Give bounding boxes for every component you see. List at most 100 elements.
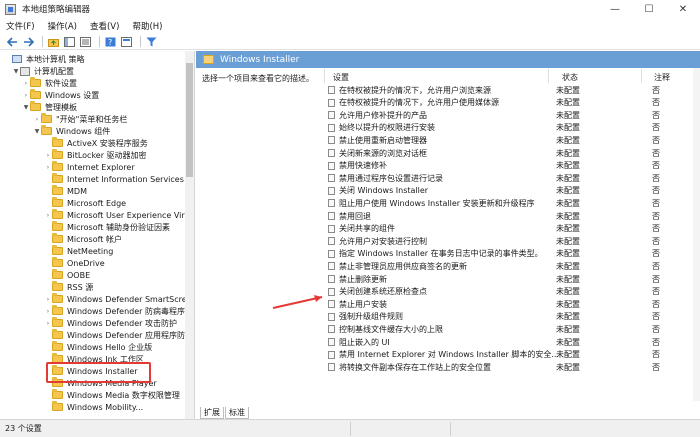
column-setting[interactable]: 设置	[333, 72, 349, 83]
export-icon[interactable]	[79, 36, 92, 48]
tree-item[interactable]: 本地计算机 策略	[4, 53, 85, 65]
tree-scrollbar[interactable]	[185, 51, 194, 419]
policy-icon	[328, 262, 335, 271]
tree-item[interactable]: › 软件设置	[22, 77, 77, 89]
tree-item[interactable]: Windows Hello 企业版	[44, 341, 152, 353]
setting-row[interactable]: 关闭创建系统还原检查点 未配置 否	[328, 286, 693, 298]
tree-item[interactable]: › "开始"菜单和任务栏	[33, 113, 127, 125]
close-button[interactable]: ✕	[666, 0, 700, 18]
list-scrollbar[interactable]	[693, 68, 700, 401]
setting-row[interactable]: 禁止用户安装 未配置 否	[328, 298, 693, 310]
folder-icon	[52, 329, 63, 339]
expand-arrow-icon[interactable]: ›	[33, 116, 41, 123]
column-state[interactable]: 状态	[562, 72, 578, 83]
tree-item[interactable]: RSS 源	[44, 281, 93, 293]
expand-arrow-icon[interactable]: ›	[22, 92, 30, 99]
setting-row[interactable]: 禁用回退 未配置 否	[328, 210, 693, 222]
setting-state: 未配置	[556, 123, 580, 133]
filter-icon[interactable]	[145, 36, 158, 48]
folder-up-icon[interactable]	[47, 36, 60, 48]
setting-row[interactable]: 关闭共享的组件 未配置 否	[328, 223, 693, 235]
tree-item[interactable]: Windows Defender 应用程序防护	[44, 329, 193, 341]
tree-item[interactable]: ActiveX 安装程序服务	[44, 137, 148, 149]
setting-note: 否	[652, 161, 660, 171]
tree-item[interactable]: MDM	[44, 185, 87, 197]
setting-row[interactable]: 禁用通过程序包设置进行记录 未配置 否	[328, 172, 693, 184]
tree-item[interactable]: ▼ 计算机配置	[12, 65, 74, 77]
expand-arrow-icon[interactable]: ▼	[33, 128, 41, 135]
expand-arrow-icon[interactable]: ▼	[22, 104, 30, 111]
setting-row[interactable]: 阻止用户使用 Windows Installer 安装更新和升级程序 未配置 否	[328, 197, 693, 209]
tree-item[interactable]: › Windows Defender 防病毒程序	[44, 305, 185, 317]
tree-item[interactable]: Windows Mobility...	[44, 401, 143, 413]
minimize-button[interactable]: —	[598, 0, 632, 18]
setting-row[interactable]: 控制基线文件缓存大小的上限 未配置 否	[328, 323, 693, 335]
setting-name: 禁用 Internet Explorer 对 Windows Installer…	[339, 350, 559, 360]
setting-row[interactable]: 关闭 Windows Installer 未配置 否	[328, 185, 693, 197]
arrow-right-icon[interactable]	[22, 36, 35, 48]
tree-item-label: Microsoft User Experience Virtual	[67, 210, 195, 220]
setting-row[interactable]: 阻止嵌入的 UI 未配置 否	[328, 336, 693, 348]
tree-item-label: Windows Defender SmartScreen	[67, 294, 195, 304]
arrow-left-icon[interactable]	[6, 36, 19, 48]
setting-row[interactable]: 将转换文件副本保存在工作站上的安全位置 未配置 否	[328, 361, 693, 373]
tree-item[interactable]: Internet Information Services	[44, 173, 184, 185]
folder-icon	[52, 173, 63, 183]
expand-arrow-icon[interactable]: ›	[44, 320, 52, 327]
tree-item[interactable]: › Windows 设置	[22, 89, 99, 101]
tree-item[interactable]: Windows Media 数字权限管理	[44, 389, 180, 401]
setting-row[interactable]: 始终以提升的权限进行安装 未配置 否	[328, 122, 693, 134]
tree-toggle-icon[interactable]	[63, 36, 76, 48]
expand-arrow-icon[interactable]: ›	[22, 80, 30, 87]
tree-item[interactable]: ▼ 管理模板	[22, 101, 77, 113]
tree-item[interactable]: › BitLocker 驱动器加密	[44, 149, 147, 161]
setting-row[interactable]: 禁用 Internet Explorer 对 Windows Installer…	[328, 349, 693, 361]
tree-item[interactable]: Microsoft 辅助身份验证因素	[44, 221, 170, 233]
menu-view[interactable]: 查看(V)	[90, 20, 119, 32]
setting-row[interactable]: 禁止使用重新启动管理器 未配置 否	[328, 134, 693, 146]
policy-icon	[328, 363, 335, 372]
tree-item[interactable]: Microsoft 帐户	[44, 233, 122, 245]
tree-item-label: OneDrive	[67, 258, 105, 268]
expand-arrow-icon[interactable]: ▼	[12, 68, 20, 75]
expand-arrow-icon[interactable]: ›	[44, 308, 52, 315]
setting-row[interactable]: 允许用户修补提升的产品 未配置 否	[328, 109, 693, 121]
setting-state: 未配置	[556, 350, 580, 360]
menu-action[interactable]: 操作(A)	[48, 20, 77, 32]
setting-row[interactable]: 在特权被提升的情况下，允许用户浏览来源 未配置 否	[328, 84, 693, 96]
tree-item[interactable]: › Windows Defender 攻击防护	[44, 317, 177, 329]
setting-row[interactable]: 禁止删除更新 未配置 否	[328, 273, 693, 285]
tab-extended[interactable]: 扩展	[200, 407, 224, 419]
expand-arrow-icon[interactable]: ›	[44, 296, 52, 303]
setting-row[interactable]: 强制升级组件规则 未配置 否	[328, 311, 693, 323]
properties-icon[interactable]	[120, 36, 133, 48]
tree-scroll-thumb[interactable]	[186, 63, 193, 177]
expand-arrow-icon[interactable]: ›	[44, 212, 52, 219]
setting-name: 禁止使用重新启动管理器	[339, 135, 427, 145]
tree-item-label: 计算机配置	[34, 66, 74, 76]
setting-row[interactable]: 禁止非管理员应用供应商签名的更新 未配置 否	[328, 260, 693, 272]
tree-item[interactable]: ▼ Windows 组件	[33, 125, 110, 137]
help-icon[interactable]: ?	[104, 36, 117, 48]
policy-icon	[328, 249, 335, 258]
setting-row[interactable]: 指定 Windows Installer 在事务日志中记录的事件类型。 未配置 否	[328, 248, 693, 260]
tree-item[interactable]: › Microsoft User Experience Virtual	[44, 209, 195, 221]
setting-row[interactable]: 允许用户对安装进行控制 未配置 否	[328, 235, 693, 247]
menu-help[interactable]: 帮助(H)	[132, 20, 162, 32]
tree-item[interactable]: Microsoft Edge	[44, 197, 126, 209]
tree-item[interactable]: NetMeeting	[44, 245, 113, 257]
setting-row[interactable]: 禁用快速修补 未配置 否	[328, 160, 693, 172]
maximize-button[interactable]: ☐	[632, 0, 666, 18]
tree-item[interactable]: OOBE	[44, 269, 90, 281]
tab-standard[interactable]: 标准	[225, 407, 249, 419]
tree-item[interactable]: › Internet Explorer	[44, 161, 135, 173]
column-note[interactable]: 注释	[654, 72, 670, 83]
setting-row[interactable]: 在特权被提升的情况下，允许用户使用媒体源 未配置 否	[328, 97, 693, 109]
expand-arrow-icon[interactable]: ›	[44, 164, 52, 171]
expand-arrow-icon[interactable]: ›	[44, 152, 52, 159]
folder-icon	[52, 185, 63, 195]
setting-row[interactable]: 关闭新来源的浏览对话框 未配置 否	[328, 147, 693, 159]
tree-item[interactable]: › Windows Defender SmartScreen	[44, 293, 195, 305]
tree-item[interactable]: OneDrive	[44, 257, 105, 269]
menu-file[interactable]: 文件(F)	[6, 20, 35, 32]
